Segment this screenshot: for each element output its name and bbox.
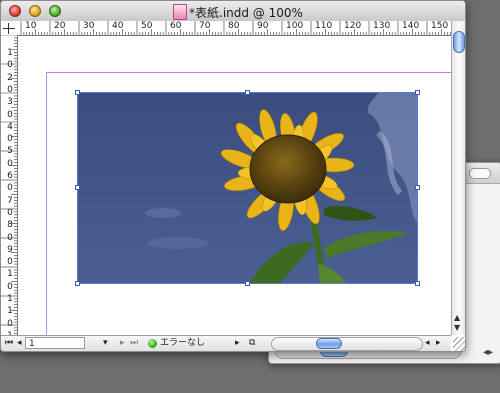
page-number-field[interactable]: 1 (25, 337, 85, 349)
horizontal-ruler-label: 110 (315, 21, 333, 31)
vertical-ruler-label: 1 (7, 269, 13, 280)
window-title: *表紙.indd @ 100% (189, 6, 303, 20)
horizontal-ruler-label: 120 (344, 21, 362, 31)
horizontal-ruler-label: 10 (25, 21, 37, 31)
horizontal-ruler-label: 90 (257, 21, 269, 31)
preflight-status[interactable]: エラーなし (160, 338, 205, 349)
dropdown-arrow-icon[interactable]: ▾ (103, 338, 108, 349)
document-icon (173, 4, 187, 20)
vertical-ruler-label: 3 (7, 97, 13, 108)
scroll-right-icon[interactable]: ▸ (436, 338, 441, 349)
horizontal-ruler-label: 40 (112, 21, 124, 31)
horizontal-ruler-label: 140 (402, 21, 420, 31)
zoom-window-button[interactable] (49, 5, 61, 17)
vertical-ruler-label: 0 (7, 232, 13, 243)
statusbar: ⏮ ◂ 1 ▾ ▸ ⏭ エラーなし ▸ ⧉ ◂ ▸ (1, 335, 451, 351)
selection-handle-bottom-right[interactable] (415, 281, 420, 286)
vertical-scroll-thumb[interactable] (453, 31, 465, 53)
horizontal-ruler-label: 130 (373, 21, 391, 31)
page-margin-guide-left (46, 72, 47, 335)
ruler-origin-crosshair-icon[interactable] (1, 21, 18, 36)
selection-handle-top-right[interactable] (415, 90, 420, 95)
horizontal-scrollbar[interactable] (271, 337, 423, 351)
horizontal-ruler-label: 80 (228, 21, 240, 31)
scroll-left-icon[interactable]: ◂ (425, 338, 430, 349)
vertical-ruler-label: 1 (7, 294, 13, 304)
horizontal-ruler-label: 150 (431, 21, 449, 31)
vertical-ruler-label: 0 (7, 281, 13, 292)
first-page-icon[interactable]: ⏮ (5, 338, 13, 349)
right-arrow-icon[interactable]: ▸ (235, 338, 240, 349)
prev-page-icon[interactable]: ◂ (17, 338, 22, 349)
vertical-ruler-label: 0 (7, 134, 13, 145)
next-page-icon[interactable]: ▸ (120, 338, 125, 349)
horizontal-ruler-label: 30 (83, 21, 95, 31)
titlebar: *表紙.indd @ 100% (1, 1, 465, 22)
vertical-ruler-label: 0 (7, 318, 13, 329)
selection-handle-middle-left[interactable] (75, 185, 80, 190)
vertical-ruler-label: 0 (7, 60, 13, 71)
vertical-ruler-label: 0 (7, 207, 13, 218)
vertical-ruler-label: 0 (7, 84, 13, 95)
horizontal-ruler-label: 70 (199, 21, 211, 31)
background-scroll-arrows[interactable]: ◂▸ (483, 347, 493, 358)
vertical-ruler-label: 9 (7, 244, 13, 255)
horizontal-ruler-label: 50 (141, 21, 153, 31)
vertical-ruler-label: 0 (7, 109, 13, 120)
vertical-ruler-label: 7 (7, 195, 13, 206)
vertical-ruler[interactable]: 102030405060708090101101 (1, 35, 18, 340)
horizontal-scroll-thumb[interactable] (316, 338, 342, 349)
vertical-scrollbar[interactable]: ▲ ▼ (451, 21, 465, 335)
vertical-ruler-label: 0 (7, 158, 13, 169)
page-margin-guide-top (46, 72, 451, 73)
vertical-ruler-label: 4 (7, 121, 13, 132)
horizontal-ruler-label: 60 (170, 21, 182, 31)
selection-handle-middle-right[interactable] (415, 185, 420, 190)
preflight-ok-icon (148, 339, 157, 348)
toolbar-toggle-button[interactable] (469, 168, 491, 179)
vertical-ruler-label: 8 (7, 220, 13, 231)
selection-handle-bottom-left[interactable] (75, 281, 80, 286)
vertical-ruler-label: 1 (7, 48, 13, 58)
vertical-ruler-label: 6 (7, 171, 13, 181)
vertical-ruler-label: 2 (7, 72, 13, 83)
placed-image-frame[interactable] (77, 92, 418, 284)
vertical-ruler-label: 0 (7, 257, 13, 268)
horizontal-ruler-label: 100 (286, 21, 304, 31)
resize-grip-icon[interactable] (453, 337, 465, 351)
minimize-window-button[interactable] (29, 5, 41, 17)
scroll-up-icon[interactable]: ▲ (454, 313, 460, 322)
document-window: *表紙.indd @ 100% 10 20 30 40 50 60 70 80 90 100 110… (0, 0, 466, 352)
vertical-ruler-label: 5 (7, 146, 13, 157)
horizontal-ruler[interactable]: 1020304050607080901001101201301401501601… (17, 21, 465, 36)
last-page-icon[interactable]: ⏭ (130, 338, 138, 349)
sunflower-photo (78, 93, 417, 283)
vertical-ruler-label: 1 (7, 306, 13, 317)
selection-handle-bottom-center[interactable] (245, 281, 250, 286)
scroll-down-icon[interactable]: ▼ (454, 323, 460, 332)
preview-mode-icon[interactable]: ⧉ (249, 338, 255, 349)
selection-handle-top-left[interactable] (75, 90, 80, 95)
horizontal-ruler-label: 20 (54, 21, 66, 31)
selection-handle-top-center[interactable] (245, 90, 250, 95)
close-window-button[interactable] (9, 5, 21, 17)
vertical-ruler-label: 0 (7, 183, 13, 194)
